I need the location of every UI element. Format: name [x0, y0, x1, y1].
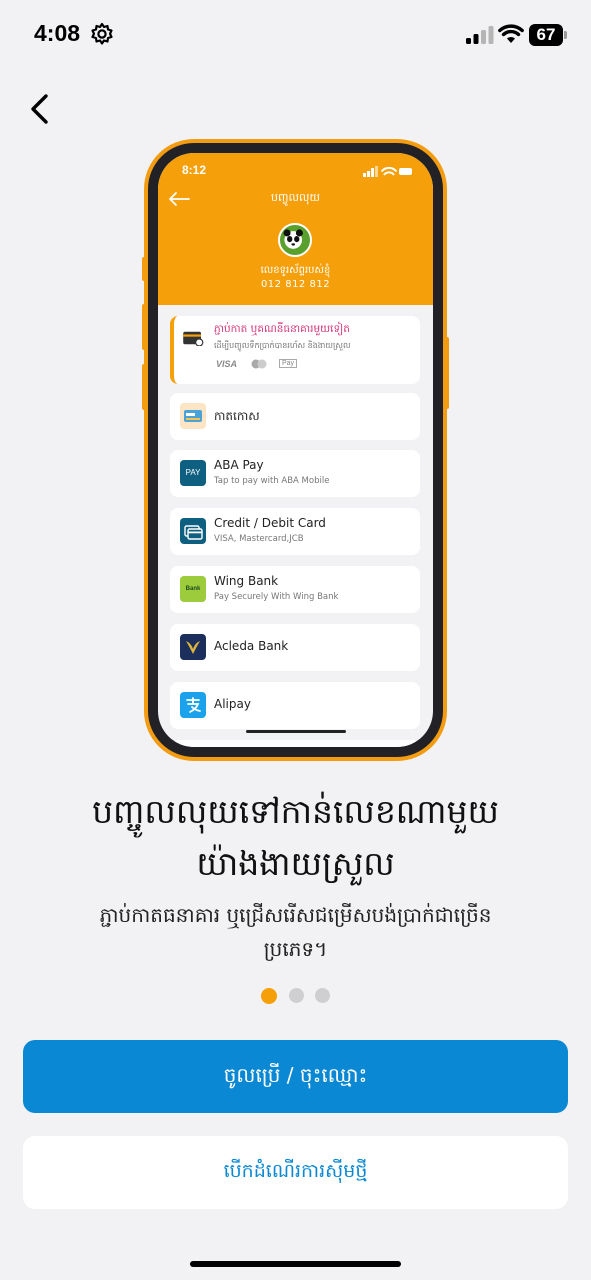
mockup-status-icons [363, 166, 412, 177]
wifi-icon [498, 24, 524, 43]
wing-bank-icon: Bank [180, 576, 206, 602]
method-acleda-bank[interactable]: Acleda Bank [170, 624, 420, 671]
subtitle-line-2: ប្រភេទ។ [263, 937, 328, 961]
alipay-icon [180, 692, 206, 718]
signal-icon [466, 26, 494, 44]
scratch-card-icon [180, 403, 206, 429]
login-register-button[interactable]: ចូលប្រើ / ចុះឈ្មោះ [23, 1040, 568, 1113]
method-partial-item [170, 740, 420, 747]
method-title: កាតកោស [214, 409, 260, 423]
mockup-account-label: លេខទូរស័ព្ទរបស់ខ្ញុំ [260, 265, 331, 276]
method-title: ABA Pay [214, 458, 264, 472]
mockup-time: 8:12 [182, 163, 207, 177]
page-dot[interactable] [289, 988, 304, 1003]
method-subtitle: Tap to pay with ABA Mobile [214, 476, 330, 486]
panda-avatar [278, 223, 312, 257]
activate-new-sim-button[interactable]: បើកដំណើរការស៊ីមថ្មី [23, 1136, 568, 1209]
method-title: Alipay [214, 697, 251, 711]
method-title: Wing Bank [214, 574, 279, 588]
battery-level: 67 [529, 24, 563, 46]
headline-line-2: យ៉ាងងាយស្រួល [196, 844, 395, 883]
back-button[interactable] [24, 90, 56, 128]
mockup-title: បញ្ចូលលុយ [271, 191, 320, 204]
method-wing-bank[interactable]: Bank Wing Bank Pay Securely With Wing Ba… [170, 566, 420, 613]
aba-pay-icon: PAY [180, 460, 206, 486]
status-bar: 4:08 67 [0, 0, 591, 70]
mastercard-logo-icon [251, 359, 267, 369]
gear-icon [91, 22, 113, 45]
pay-logo: Pay [279, 359, 298, 368]
page-dot-active[interactable] [261, 988, 277, 1004]
phone-mockup: 8:12 បញ្ចូលលុយ លេខទូរស័ព្ទរបស់ខ្ញុំ 012 … [142, 139, 449, 761]
headline-line-1: បញ្ចូលលុយទៅកាន់លេខណាមួយ [92, 792, 499, 831]
visa-logo: VISA [216, 359, 238, 369]
credit-card-icon [180, 518, 206, 544]
mockup-phone-number: 012 812 812 [260, 279, 331, 290]
status-time: 4:08 [34, 20, 81, 46]
method-subtitle: VISA, Mastercard,JCB [214, 534, 304, 544]
method-title: Credit / Debit Card [214, 516, 326, 530]
onboarding-subtitle: ភ្ជាប់កាតធនាគារ ឬជ្រើសរើសជម្រើសបង់ប្រាក់… [40, 898, 551, 966]
method-alipay[interactable]: Alipay [170, 682, 420, 729]
battery-icon: 67 [529, 24, 567, 46]
mockup-home-indicator [246, 730, 346, 733]
credit-card-icon [183, 331, 204, 346]
page-indicator [0, 988, 591, 1006]
home-indicator [190, 1261, 401, 1267]
topup-header: 8:12 បញ្ចូលលុយ លេខទូរស័ព្ទរបស់ខ្ញុំ 012 … [158, 153, 433, 305]
page-dot[interactable] [315, 988, 330, 1003]
link-card-title: ភ្ជាប់កាត ឬគណនីធនាគារមួយទៀត [214, 323, 350, 335]
subtitle-line-1: ភ្ជាប់កាតធនាគារ ឬជ្រើសរើសជម្រើសបង់ប្រាក់… [99, 903, 492, 927]
link-card-item: ភ្ជាប់កាត ឬគណនីធនាគារមួយទៀត ដើម្បីបញ្ចូល… [170, 316, 420, 384]
link-card-subtitle: ដើម្បីបញ្ចូលទឹកប្រាក់បានរហ័ស និងងាយស្រួល [214, 341, 351, 350]
acleda-bank-icon [180, 634, 206, 660]
method-scratch-card[interactable]: កាតកោស [170, 393, 420, 440]
method-credit-debit-card[interactable]: Credit / Debit Card VISA, Mastercard,JCB [170, 508, 420, 555]
method-aba-pay[interactable]: PAY ABA Pay Tap to pay with ABA Mobile [170, 450, 420, 497]
onboarding-headline: បញ្ចូលលុយទៅកាន់លេខណាមួយ យ៉ាងងាយស្រួល [0, 786, 591, 890]
phone-mockup-screen: 8:12 បញ្ចូលលុយ លេខទូរស័ព្ទរបស់ខ្ញុំ 012 … [158, 153, 433, 747]
method-title: Acleda Bank [214, 639, 289, 653]
method-subtitle: Pay Securely With Wing Bank [214, 592, 339, 602]
